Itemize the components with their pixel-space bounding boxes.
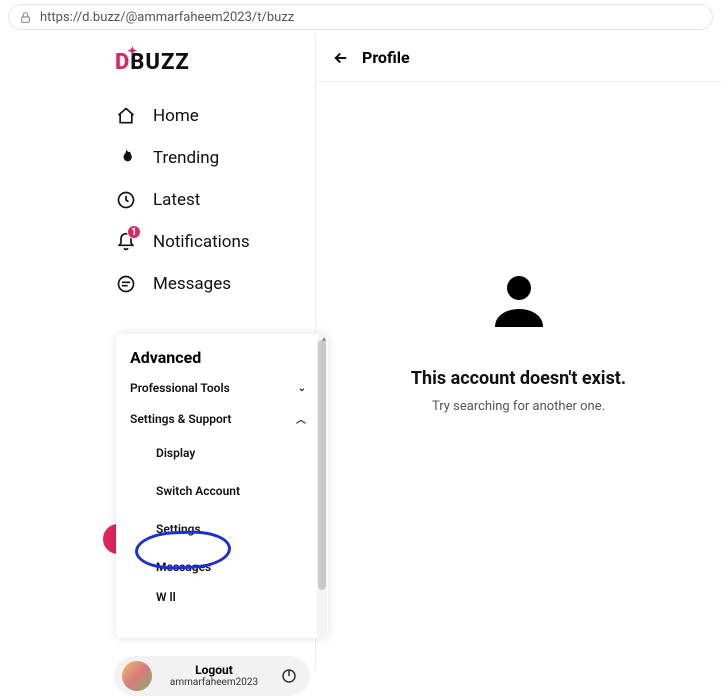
popup-subitem-display[interactable]: Display [116,434,328,472]
url-field[interactable]: https://d.buzz/@ammarfaheem2023/t/buzz [8,4,713,30]
avatar-placeholder-icon [483,264,555,340]
main-content: Profile This account doesn't exist. Try … [316,34,721,670]
popup-heading-advanced: Advanced [116,342,328,373]
nav-home-label: Home [153,106,199,126]
sidebar: D ✦ BUZZ Home Trending Latest [105,46,315,305]
browser-url-bar: https://d.buzz/@ammarfaheem2023/t/buzz [0,0,721,34]
nav-latest[interactable]: Latest [105,179,315,221]
logo-rest: BUZZ [130,50,189,75]
popup-subitem-switch-account[interactable]: Switch Account [116,472,328,510]
notifications-badge: 1 [127,225,141,239]
user-avatar [122,661,152,691]
power-icon[interactable] [276,663,302,689]
nav-messages[interactable]: Messages [105,263,315,305]
nav-latest-label: Latest [153,190,200,210]
nav-notifications-label: Notifications [153,232,250,252]
popup-subitem-label: Switch Account [156,484,240,498]
logout-label: Logout [195,664,233,677]
popup-subitem-settings[interactable]: Settings [116,510,328,548]
nav-trending-label: Trending [153,148,219,168]
user-chip[interactable]: Logout ammarfaheem2023 [114,656,310,696]
empty-state-subtitle: Try searching for another one. [432,399,605,414]
user-chip-text: Logout ammarfaheem2023 [160,664,268,688]
popup-item-label: Settings & Support [130,412,231,426]
nav-messages-label: Messages [153,274,231,294]
main-header: Profile [316,34,721,82]
popup-subitem-label: Settings [156,522,201,536]
user-handle: ammarfaheem2023 [170,677,258,688]
chevron-down-icon: ⌄ [298,383,306,394]
scroll-up-icon[interactable]: ▴ [322,334,326,343]
home-icon [115,105,137,127]
nav-home[interactable]: Home [105,95,315,137]
popup-subitem-label: Messages [156,560,211,574]
app-logo[interactable]: D ✦ BUZZ [105,46,315,95]
popup-subitem-messages[interactable]: Messages [116,548,328,586]
popup-subitem-wallet-cut[interactable]: W ll [116,586,328,616]
back-arrow-icon[interactable] [332,49,350,67]
nav-trending[interactable]: Trending [105,137,315,179]
leaf-icon: ✦ [127,44,138,58]
popup-item-label: Professional Tools [130,381,230,395]
popup-scroll-thumb[interactable] [318,340,326,590]
page-title: Profile [362,48,410,67]
url-text: https://d.buzz/@ammarfaheem2023/t/buzz [40,10,294,25]
flame-icon [115,147,137,169]
chevron-up-icon: ︿ [296,411,306,426]
popup-item-professional-tools[interactable]: Professional Tools ⌄ [116,373,328,403]
empty-state: This account doesn't exist. Try searchin… [316,264,721,414]
popup-subitem-label: W ll [156,590,176,604]
more-menu-popup: ▴ Advanced Professional Tools ⌄ Settings… [116,334,328,638]
popup-subitem-label: Display [156,446,195,460]
empty-state-title: This account doesn't exist. [411,368,626,389]
popup-item-settings-support[interactable]: Settings & Support ︿ [116,403,328,434]
clock-icon [115,189,137,211]
nav-notifications[interactable]: 1 Notifications [105,221,315,263]
lock-icon [19,11,32,24]
logo-d: D ✦ [115,50,130,75]
messages-icon [115,273,137,295]
